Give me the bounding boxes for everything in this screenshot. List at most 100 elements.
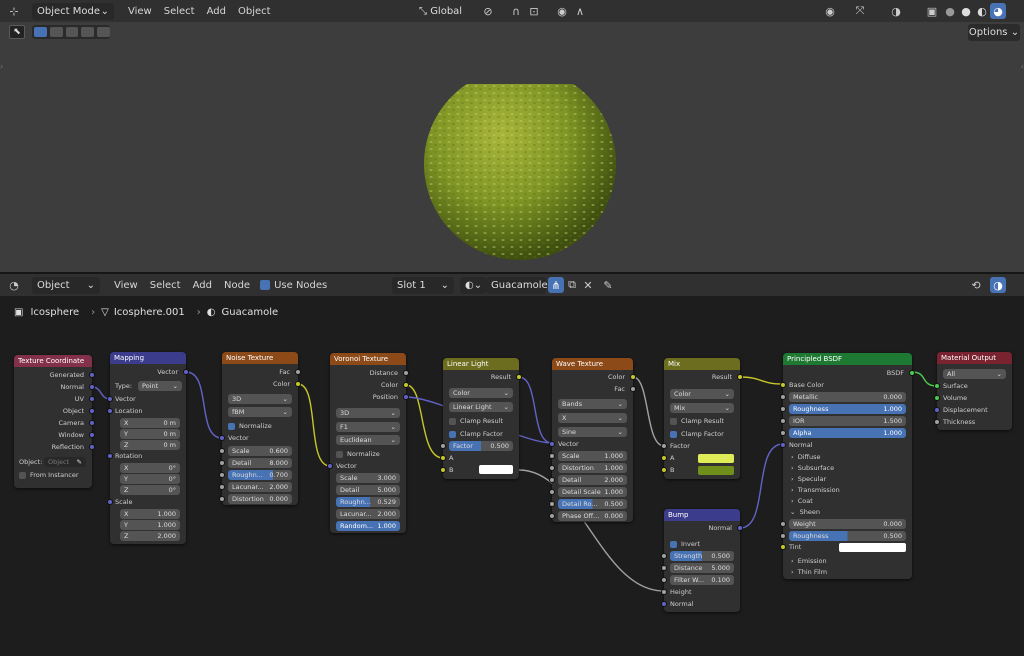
node-socket[interactable] <box>440 455 446 461</box>
node-socket[interactable] <box>780 406 786 412</box>
rendered-shading-icon[interactable]: ◕ <box>990 3 1006 19</box>
material-output-node[interactable]: Material Output All ⌄ Surface Volume Disp… <box>934 352 1012 430</box>
node-header[interactable]: Wave Texture <box>552 358 633 370</box>
distance-field[interactable]: Distance 5.000 <box>670 563 734 573</box>
material-browse-icon[interactable]: ◐⌄ <box>460 276 486 294</box>
location-x[interactable]: X0 m <box>120 418 180 428</box>
node-socket[interactable] <box>661 455 667 461</box>
node-socket[interactable] <box>107 396 113 402</box>
rotation-y[interactable]: Y 0° <box>120 474 180 484</box>
node-socket[interactable] <box>295 381 301 387</box>
randomness-field[interactable]: Random... 1.000 <box>336 521 400 531</box>
node-socket[interactable] <box>549 501 555 507</box>
node-header[interactable]: Material Output <box>937 352 1012 364</box>
node-socket[interactable] <box>403 382 409 388</box>
node-socket[interactable] <box>934 395 940 401</box>
select-extend-icon[interactable] <box>49 27 63 37</box>
node-socket[interactable] <box>219 484 225 490</box>
strength-field[interactable]: Strength 0.500 <box>670 551 734 561</box>
sheen-roughness-field[interactable]: Roughness 0.500 <box>789 531 906 541</box>
select-invert-icon[interactable] <box>81 27 95 37</box>
scale-field[interactable]: Scale 0.600 <box>228 446 292 456</box>
wave-texture-node[interactable]: Wave Texture Color Fac Bands ⌄ X ⌄ Sine ⌄ V… <box>549 358 636 522</box>
node-header[interactable]: Noise Texture <box>222 352 298 364</box>
voronoi-texture-node[interactable]: Voronoi Texture Distance Color Position … <box>327 353 409 533</box>
node-socket[interactable] <box>934 407 940 413</box>
menu-select[interactable]: Select <box>144 280 187 291</box>
use-nodes-checkbox[interactable] <box>260 280 271 290</box>
scale-x[interactable]: X 1.000 <box>120 509 180 519</box>
clamp-result-toggle[interactable]: Clamp Result <box>664 415 740 427</box>
section-thin-film[interactable]: › Thin Film <box>783 566 912 578</box>
menu-add[interactable]: Add <box>201 6 232 17</box>
node-socket[interactable] <box>549 513 555 519</box>
blend-mode-dropdown[interactable]: Linear Light ⌄ <box>449 402 513 412</box>
menu-view[interactable]: View <box>122 6 158 17</box>
object-field[interactable]: Object ✎ <box>44 457 86 467</box>
principled-bsdf-node[interactable]: Principled BSDF BSDF Base Color Metallic… <box>780 353 915 579</box>
roughness-field[interactable]: Roughn... 0.700 <box>228 470 292 480</box>
node-socket[interactable] <box>549 465 555 471</box>
noise-texture-node[interactable]: Noise Texture Fac Color 3D ⌄ fBM ⌄ Normali… <box>219 352 301 505</box>
node-socket[interactable] <box>737 525 743 531</box>
snap-icon[interactable]: ∩ <box>508 3 524 19</box>
material-name-field[interactable]: Guacamole <box>486 276 548 294</box>
node-socket[interactable] <box>737 374 743 380</box>
roughness-field[interactable]: Roughn... 0.529 <box>336 497 400 507</box>
node-socket[interactable] <box>219 496 225 502</box>
node-socket[interactable] <box>780 382 786 388</box>
select-tool-icon[interactable]: ⬉ <box>9 25 25 39</box>
falloff-icon[interactable]: ∧ <box>572 3 588 19</box>
location-z[interactable]: Z0 m <box>120 440 180 450</box>
noise-type-dropdown[interactable]: fBM ⌄ <box>228 407 292 417</box>
visibility-icon[interactable]: ◉ <box>822 3 838 19</box>
metallic-field[interactable]: Metallic 0.000 <box>789 392 906 402</box>
lacunarity-field[interactable]: Lacunar... 2.000 <box>228 482 292 492</box>
node-socket[interactable] <box>89 432 95 438</box>
node-socket[interactable] <box>89 408 95 414</box>
node-socket[interactable] <box>219 435 225 441</box>
node-socket[interactable] <box>107 453 113 459</box>
dimensions-dropdown[interactable]: 3D ⌄ <box>336 408 400 418</box>
use-nodes-toggle[interactable]: Use Nodes <box>260 280 327 291</box>
node-socket[interactable] <box>89 372 95 378</box>
xray-icon[interactable]: ▣ <box>924 3 940 19</box>
metric-dropdown[interactable]: Euclidean ⌄ <box>336 435 400 445</box>
from-instancer-toggle[interactable]: From Instancer <box>14 469 92 481</box>
node-header[interactable]: Principled BSDF <box>783 353 912 365</box>
alpha-field[interactable]: Alpha 1.000 <box>789 428 906 438</box>
node-socket[interactable] <box>934 419 940 425</box>
node-socket[interactable] <box>89 444 95 450</box>
node-socket[interactable] <box>661 553 667 559</box>
node-socket[interactable] <box>549 489 555 495</box>
node-socket[interactable] <box>661 443 667 449</box>
solid-shading-icon[interactable]: ● <box>958 3 974 19</box>
roughness-field[interactable]: Roughness 1.000 <box>789 404 906 414</box>
menu-add[interactable]: Add <box>187 280 218 291</box>
blend-mode-dropdown[interactable]: Mix ⌄ <box>670 403 734 413</box>
clamp-result-toggle[interactable]: Clamp Result <box>443 415 519 427</box>
mode-dropdown[interactable]: Object Mode ⌄ <box>32 2 114 20</box>
material-shading-icon[interactable]: ◐ <box>974 3 990 19</box>
node-socket[interactable] <box>403 370 409 376</box>
rotation-x[interactable]: X 0° <box>120 463 180 473</box>
node-socket[interactable] <box>89 420 95 426</box>
select-subtract-icon[interactable] <box>65 27 79 37</box>
data-type-dropdown[interactable]: Color ⌄ <box>449 388 513 398</box>
linear-light-node[interactable]: Linear Light Result Color ⌄ Linear Light ⌄… <box>440 358 522 479</box>
mapping-node[interactable]: Mapping Vector Type: Point ⌄ Vector Locat… <box>107 352 189 544</box>
node-socket[interactable] <box>327 463 333 469</box>
detail-field[interactable]: Detail 2.000 <box>558 475 627 485</box>
scale-field[interactable]: Scale 1.000 <box>558 451 627 461</box>
snap-target-icon[interactable]: ⊡ <box>526 3 542 19</box>
node-socket[interactable] <box>219 448 225 454</box>
node-socket[interactable] <box>909 370 915 376</box>
node-header[interactable]: Bump <box>664 509 740 521</box>
color-a-swatch[interactable] <box>698 454 734 463</box>
node-header[interactable]: Texture Coordinate <box>14 355 92 367</box>
texture-coordinate-node[interactable]: Texture Coordinate Generated Normal UV O… <box>14 355 95 488</box>
detail-scale-field[interactable]: Detail Scale 1.000 <box>558 487 627 497</box>
node-socket[interactable] <box>661 577 667 583</box>
wave-type-dropdown[interactable]: Bands ⌄ <box>558 399 627 409</box>
node-socket[interactable] <box>630 386 636 392</box>
